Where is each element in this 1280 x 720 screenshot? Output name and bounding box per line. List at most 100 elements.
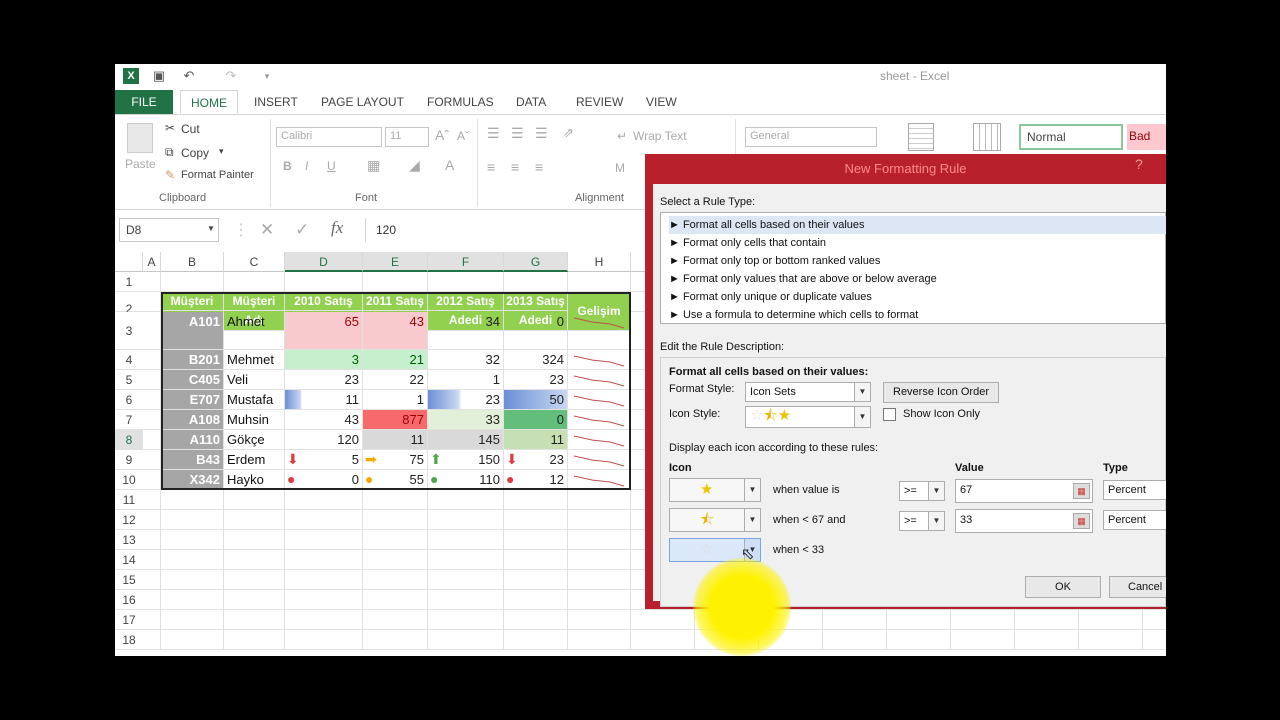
redo-icon[interactable]: ↷ xyxy=(223,68,239,84)
grid-cell[interactable] xyxy=(143,510,161,530)
sales-cell[interactable]: 120 xyxy=(285,430,363,450)
grid-cell[interactable] xyxy=(161,550,224,570)
sales-cell[interactable]: 23 xyxy=(285,370,363,390)
rule-1-value-input[interactable]: 67 ▦ xyxy=(955,479,1093,503)
grid-cell[interactable] xyxy=(823,630,887,650)
row-header[interactable]: 3 xyxy=(115,312,143,350)
grid-cell[interactable] xyxy=(1079,630,1143,650)
grid-cell[interactable] xyxy=(285,510,363,530)
tab-review[interactable]: REVIEW xyxy=(576,90,623,114)
sparkline-cell[interactable] xyxy=(568,312,631,350)
icon-1-select[interactable]: ★ ▼ xyxy=(669,478,761,502)
format-painter-button[interactable]: Format Painter xyxy=(181,169,254,181)
grid-cell[interactable] xyxy=(1015,630,1079,650)
sales-cell[interactable]: 23 ⬇ xyxy=(504,450,568,470)
tab-file[interactable]: FILE xyxy=(115,90,173,114)
rule-2-value-input[interactable]: 33 ▦ xyxy=(955,509,1093,533)
merge-center-button[interactable]: M xyxy=(615,161,625,175)
tab-formulas[interactable]: FORMULAS xyxy=(427,90,494,114)
grid-cell[interactable] xyxy=(568,272,631,292)
grid-cell[interactable] xyxy=(363,570,428,590)
grid-cell[interactable] xyxy=(363,550,428,570)
grid-cell[interactable] xyxy=(363,590,428,610)
row-header[interactable]: 12 xyxy=(115,510,143,530)
sales-cell[interactable]: 23 xyxy=(428,390,504,410)
grid-cell[interactable] xyxy=(224,490,285,510)
grid-cell[interactable] xyxy=(143,530,161,550)
font-size-select[interactable]: 11 xyxy=(385,127,429,147)
reverse-icon-order-button[interactable]: Reverse Icon Order xyxy=(883,382,999,403)
italic-button[interactable]: I xyxy=(305,159,308,173)
sales-cell[interactable]: 22 xyxy=(363,370,428,390)
grid-cell[interactable] xyxy=(1143,630,1166,650)
borders-icon[interactable]: ▦ xyxy=(367,157,380,174)
sales-cell[interactable]: 0 xyxy=(504,312,568,350)
row-header[interactable]: 16 xyxy=(115,590,143,610)
format-as-table-icon[interactable] xyxy=(973,123,1001,151)
grid-cell[interactable] xyxy=(224,510,285,530)
sparkline-cell[interactable] xyxy=(568,450,631,470)
customer-name-cell[interactable]: Ahmet xyxy=(224,312,285,350)
row-header[interactable]: 13 xyxy=(115,530,143,550)
grid-cell[interactable] xyxy=(428,510,504,530)
grid-cell[interactable] xyxy=(823,610,887,630)
grid-cell[interactable] xyxy=(428,570,504,590)
grow-font-icon[interactable]: Aˆ xyxy=(435,127,449,143)
grid-cell[interactable] xyxy=(504,550,568,570)
customer-name-cell[interactable]: Hayko xyxy=(224,470,285,490)
grid-cell[interactable] xyxy=(161,510,224,530)
bold-button[interactable]: B xyxy=(283,159,292,173)
grid-cell[interactable] xyxy=(428,530,504,550)
sales-cell[interactable]: 0 xyxy=(504,410,568,430)
align-top-icon[interactable]: ☰ xyxy=(487,125,500,142)
grid-cell[interactable] xyxy=(428,272,504,292)
shrink-font-icon[interactable]: Aˇ xyxy=(457,129,469,143)
grid-cell[interactable] xyxy=(428,490,504,510)
grid-cell[interactable] xyxy=(285,530,363,550)
row-header[interactable]: 11 xyxy=(115,490,143,510)
row-header[interactable]: 4 xyxy=(115,350,143,370)
grid-cell[interactable] xyxy=(568,610,631,630)
customer-id-cell[interactable]: B43 xyxy=(161,450,224,470)
sparkline-cell[interactable] xyxy=(568,350,631,370)
grid-cell[interactable] xyxy=(285,610,363,630)
orientation-icon[interactable]: ⇗ xyxy=(563,125,574,141)
sales-cell[interactable]: 145 xyxy=(428,430,504,450)
sales-cell[interactable]: 43 xyxy=(363,312,428,350)
grid-cell[interactable] xyxy=(1143,610,1166,630)
grid-cell[interactable] xyxy=(363,630,428,650)
column-header[interactable]: H xyxy=(568,252,631,272)
column-header[interactable]: C xyxy=(224,252,285,272)
rule-type-list[interactable]: ► Format all cells based on their values… xyxy=(660,212,1166,324)
grid-cell[interactable] xyxy=(504,630,568,650)
grid-cell[interactable] xyxy=(224,272,285,292)
grid-cell[interactable] xyxy=(568,530,631,550)
align-right-icon[interactable]: ≡ xyxy=(535,159,543,175)
row-header[interactable]: 7 xyxy=(115,410,143,430)
grid-cell[interactable] xyxy=(143,430,161,450)
undo-icon[interactable]: ↶ xyxy=(181,68,197,84)
grid-cell[interactable] xyxy=(143,350,161,370)
row-header[interactable]: 8 xyxy=(115,430,143,450)
format-style-select[interactable]: Icon Sets ▼ xyxy=(745,382,871,402)
grid-cell[interactable] xyxy=(143,312,161,350)
grid-cell[interactable] xyxy=(161,610,224,630)
grid-cell[interactable] xyxy=(143,390,161,410)
grid-cell[interactable] xyxy=(143,450,161,470)
grid-cell[interactable] xyxy=(568,590,631,610)
grid-cell[interactable] xyxy=(428,610,504,630)
grid-cell[interactable] xyxy=(143,590,161,610)
grid-cell[interactable] xyxy=(887,630,951,650)
grid-cell[interactable] xyxy=(363,272,428,292)
wrap-text-button[interactable]: Wrap Text xyxy=(633,129,687,143)
rule-type-item[interactable]: ► Format all cells based on their values xyxy=(669,216,1166,234)
grid-cell[interactable] xyxy=(143,410,161,430)
grid-cell[interactable] xyxy=(224,530,285,550)
grid-cell[interactable] xyxy=(285,590,363,610)
grid-cell[interactable] xyxy=(363,490,428,510)
customer-id-cell[interactable]: E707 xyxy=(161,390,224,410)
grid-cell[interactable] xyxy=(224,590,285,610)
grid-cell[interactable] xyxy=(161,570,224,590)
sales-cell[interactable]: 0 ● xyxy=(285,470,363,490)
sales-cell[interactable]: 11 xyxy=(285,390,363,410)
